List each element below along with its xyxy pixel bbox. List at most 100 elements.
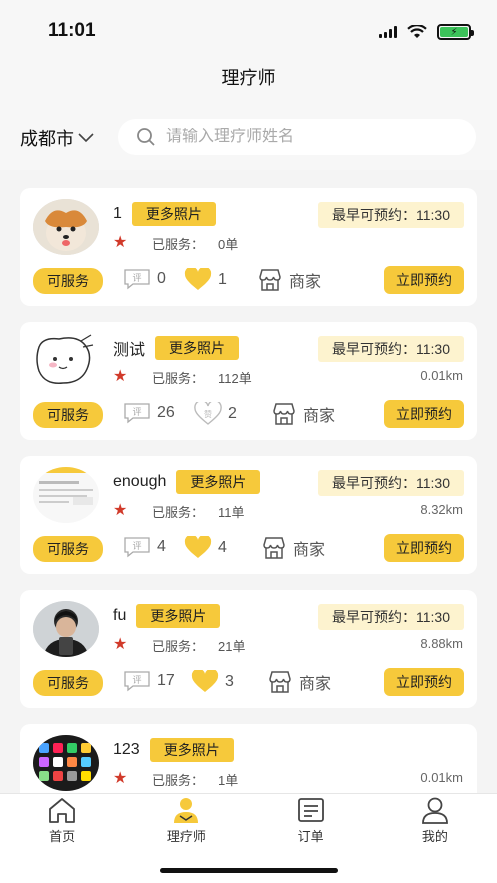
like-count: 4: [218, 539, 227, 556]
merchant-label: 商家: [299, 676, 332, 693]
more-photos-button[interactable]: 更多照片: [149, 738, 234, 762]
served-count: 已服务： 0单: [152, 237, 239, 252]
book-now-button[interactable]: 立即预约: [384, 400, 464, 428]
name-row: 123 更多照片: [113, 738, 234, 762]
comment-stat[interactable]: 评 0: [123, 268, 166, 290]
book-now-button[interactable]: 立即预约: [384, 668, 464, 696]
comment-stat[interactable]: 评 26: [123, 402, 175, 424]
card-actions: 可服务 评 4 4 商家 立即预约: [33, 534, 464, 562]
heart-icon: [184, 536, 212, 558]
bottom-safe-area: [0, 845, 497, 883]
therapist-name: 测试: [113, 342, 146, 359]
chevron-down-icon: [78, 133, 94, 143]
star-icon: ★: [113, 234, 128, 251]
svg-text:赞: 赞: [204, 409, 212, 419]
tab-orders[interactable]: 订单: [249, 794, 373, 845]
city-selector[interactable]: 成都市: [20, 125, 94, 151]
star-icon: ★: [113, 770, 128, 787]
tab-label: 理疗师: [166, 829, 206, 844]
therapist-card[interactable]: fu 更多照片 最早可预约：11:30 ★ 已服务： 21单 8.88km 可服务…: [20, 590, 477, 708]
heart-outline-icon: 赞: [194, 402, 222, 425]
therapist-list: 1 更多照片 最早可预约：11:30 ★ 已服务： 0单 可服务 评 0 1 商家…: [20, 188, 477, 858]
avatar[interactable]: [33, 735, 99, 791]
search-box[interactable]: [118, 119, 476, 155]
earliest-booking-badge: 最早可预约：11:30: [318, 202, 464, 228]
avatar[interactable]: [33, 333, 99, 389]
more-photos-button[interactable]: 更多照片: [131, 202, 216, 226]
name-row: enough 更多照片: [113, 470, 261, 494]
heart-icon: [184, 268, 212, 290]
distance: 8.32km: [420, 502, 463, 517]
more-photos-button[interactable]: 更多照片: [136, 604, 221, 628]
therapist-card[interactable]: 测试 更多照片 最早可预约：11:30 ★ 已服务： 112单 0.01km 可服…: [20, 322, 477, 440]
svg-text:评: 评: [132, 407, 141, 417]
svg-text:评: 评: [132, 675, 141, 685]
status-time: 11:01: [48, 20, 96, 41]
tab-home[interactable]: 首页: [0, 794, 124, 845]
tab-therapist[interactable]: 理疗师: [124, 794, 248, 845]
book-now-button[interactable]: 立即预约: [384, 266, 464, 294]
page-title: 理疗师: [0, 60, 497, 108]
status-badge: 可服务: [33, 268, 103, 294]
book-now-button[interactable]: 立即预约: [384, 534, 464, 562]
status-bar: 11:01 ⚡: [0, 0, 497, 60]
served-count: 已服务： 11单: [152, 505, 245, 520]
tab-bar: 首页 理疗师 订单 我的: [0, 793, 497, 845]
more-photos-button[interactable]: 更多照片: [155, 336, 240, 360]
served-count: 已服务： 21单: [152, 639, 246, 654]
avatar[interactable]: [33, 467, 99, 523]
svg-text:评: 评: [132, 541, 141, 551]
city-label: 成都市: [20, 129, 74, 149]
shop-icon: [273, 403, 295, 425]
order-icon: [297, 798, 324, 822]
therapist-card[interactable]: enough 更多照片 最早可预约：11:30 ★ 已服务： 11单 8.32km…: [20, 456, 477, 574]
home-indicator: [160, 868, 338, 873]
merchant-link[interactable]: 商家: [261, 536, 325, 560]
search-input[interactable]: [166, 128, 446, 146]
merchant-link[interactable]: 商家: [257, 268, 321, 292]
more-photos-button[interactable]: 更多照片: [176, 470, 261, 494]
comment-count: 0: [157, 270, 166, 287]
signal-icon: [379, 26, 397, 38]
merchant-label: 商家: [303, 408, 336, 425]
earliest-booking-badge: 最早可预约：11:30: [318, 604, 464, 630]
card-actions: 可服务 评 17 3 商家 立即预约: [33, 668, 464, 696]
distance: 0.01km: [420, 770, 463, 785]
like-stat[interactable]: 1: [184, 268, 227, 292]
comment-stat[interactable]: 评 17: [123, 670, 175, 692]
like-stat[interactable]: 4: [184, 536, 227, 560]
therapist-name: fu: [113, 607, 127, 624]
merchant-link[interactable]: 商家: [267, 670, 331, 694]
tab-profile[interactable]: 我的: [373, 794, 497, 845]
served-count: 已服务： 112单: [152, 371, 252, 386]
served-count: 已服务： 1单: [152, 773, 239, 788]
like-count: 3: [225, 673, 234, 690]
therapist-card[interactable]: 1 更多照片 最早可预约：11:30 ★ 已服务： 0单 可服务 评 0 1 商家…: [20, 188, 477, 306]
comment-count: 4: [157, 538, 166, 555]
home-icon: [49, 798, 76, 823]
merchant-label: 商家: [289, 274, 322, 291]
search-icon: [137, 128, 155, 146]
like-stat[interactable]: 3: [191, 670, 234, 694]
comment-icon: 评: [124, 671, 150, 692]
therapist-name: 1: [113, 205, 122, 222]
comment-count: 17: [157, 672, 175, 689]
status-badge: 可服务: [33, 670, 103, 696]
filter-bar: 成都市: [0, 108, 497, 170]
svg-text:评: 评: [132, 273, 141, 283]
battery-icon: ⚡: [437, 24, 474, 40]
card-actions: 可服务 评 26 赞 2 商家 立即预约: [33, 400, 464, 428]
star-icon: ★: [113, 368, 128, 385]
tab-label: 订单: [297, 829, 324, 844]
comment-icon: 评: [124, 269, 150, 290]
merchant-link[interactable]: 商家: [271, 402, 335, 426]
avatar[interactable]: [33, 601, 99, 657]
name-row: 测试 更多照片: [113, 336, 240, 360]
avatar[interactable]: [33, 199, 99, 255]
wifi-icon: [407, 25, 427, 38]
comment-stat[interactable]: 评 4: [123, 536, 166, 558]
heart-icon: [191, 670, 219, 692]
like-count: 2: [228, 405, 237, 422]
status-icons: ⚡: [379, 24, 474, 40]
like-stat[interactable]: 赞 2: [194, 402, 237, 426]
